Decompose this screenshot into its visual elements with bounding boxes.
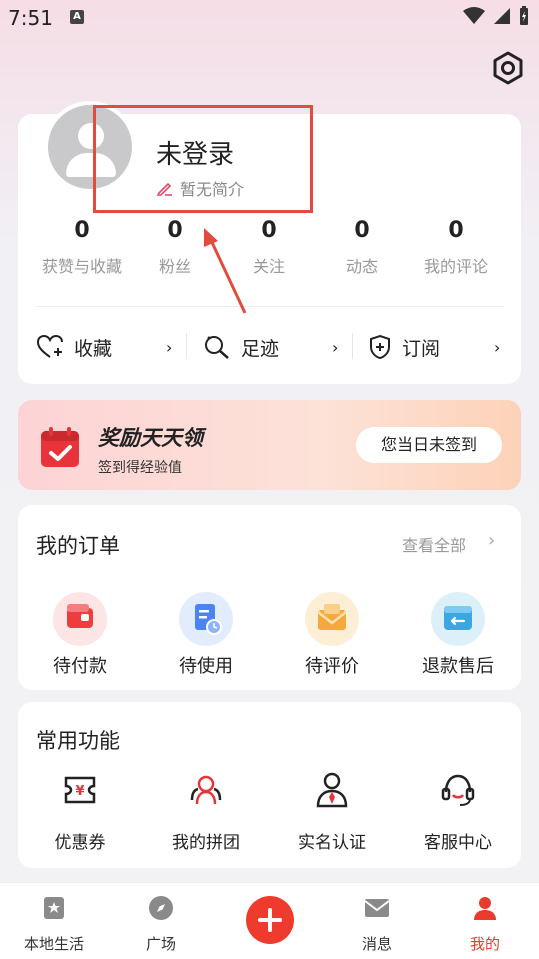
function-coupon[interactable]: ¥ 优惠券 [25, 770, 135, 853]
status-bar: 7:51 A [0, 0, 539, 36]
tab-mine[interactable]: 我的 [440, 895, 530, 954]
separator [352, 333, 353, 359]
order-label: 待付款 [53, 656, 107, 677]
orders-title: 我的订单 [36, 534, 120, 558]
person-icon [474, 897, 496, 920]
coupon-icon: ¥ [64, 776, 96, 804]
stat-label: 我的评论 [423, 257, 488, 276]
identity-icon [316, 772, 348, 808]
compass-icon [149, 896, 173, 920]
settings-icon[interactable] [490, 50, 526, 86]
heart-plus-icon [36, 334, 63, 358]
refund-box-icon [431, 592, 485, 646]
order-to-use[interactable]: 待使用 [151, 592, 261, 678]
reward-title: 奖励天天领 [98, 426, 203, 450]
tab-local-life[interactable]: 本地生活 [9, 895, 99, 954]
order-label: 退款售后 [422, 656, 494, 677]
order-label: 待评价 [305, 656, 359, 677]
signal-icon [494, 8, 510, 24]
footprint-icon [205, 336, 229, 359]
keyboard-indicator-icon: A [70, 10, 84, 24]
tab-label: 广场 [145, 935, 176, 953]
quick-link-favorites[interactable]: 收藏 [36, 330, 112, 364]
check-in-button[interactable]: 您当日未签到 [356, 427, 502, 463]
stats-row: 0 获赞与收藏 0 粉丝 0 关注 0 动态 0 我的评论 [18, 218, 521, 288]
envelope-icon [305, 592, 359, 646]
status-icons [463, 6, 529, 26]
tab-label: 消息 [361, 935, 392, 953]
view-all-orders-link[interactable]: 查看全部 [402, 532, 466, 556]
tab-label: 我的 [469, 935, 500, 953]
plus-icon[interactable] [246, 896, 294, 944]
tab-label: 本地生活 [23, 935, 84, 953]
status-time: 7:51 [8, 6, 53, 30]
functions-title: 常用功能 [36, 729, 120, 753]
calendar-check-icon [41, 427, 79, 467]
order-label: 待使用 [179, 656, 233, 677]
order-to-review[interactable]: 待评价 [277, 592, 387, 678]
quick-link-label: 订阅 [402, 337, 441, 360]
divider [36, 306, 504, 307]
mail-icon [364, 899, 390, 917]
local-life-icon [44, 897, 64, 919]
quick-link-history[interactable]: 足迹 [203, 330, 279, 364]
order-pending-payment[interactable]: 待付款 [25, 592, 135, 678]
function-label: 客服中心 [424, 833, 492, 853]
quick-link-subscriptions[interactable]: 订阅 [368, 330, 440, 364]
document-clock-icon [179, 592, 233, 646]
reward-banner[interactable]: 奖励天天领 签到得经验值 您当日未签到 [18, 400, 521, 490]
tab-messages[interactable]: 消息 [332, 895, 422, 954]
headset-icon [441, 774, 475, 806]
chevron-right-icon: › [488, 530, 496, 551]
function-label: 我的拼团 [172, 833, 240, 853]
annotation-box [93, 105, 313, 213]
wallet-icon [53, 592, 107, 646]
wifi-icon [463, 7, 485, 24]
chevron-right-icon: › [332, 337, 339, 357]
function-verification[interactable]: 实名认证 [277, 770, 387, 853]
function-customer-service[interactable]: 客服中心 [403, 770, 513, 853]
separator [186, 333, 187, 359]
quick-link-label: 足迹 [241, 337, 280, 360]
order-refund[interactable]: 退款售后 [403, 592, 513, 678]
function-label: 优惠券 [54, 833, 106, 853]
tab-plaza[interactable]: 广场 [116, 895, 206, 954]
chevron-right-icon: › [166, 337, 173, 357]
shield-plus-icon [370, 334, 390, 360]
stat-value: 0 [448, 218, 464, 243]
function-group-buy[interactable]: 我的拼团 [151, 770, 261, 853]
reward-subtitle: 签到得经验值 [98, 460, 182, 476]
quick-link-label: 收藏 [74, 337, 113, 360]
group-icon [190, 775, 222, 805]
svg-text:¥: ¥ [75, 784, 84, 799]
stat-comments[interactable]: 0 我的评论 [396, 218, 516, 277]
battery-icon [520, 6, 528, 25]
function-label: 实名认证 [298, 833, 366, 853]
chevron-right-icon: › [494, 337, 501, 357]
